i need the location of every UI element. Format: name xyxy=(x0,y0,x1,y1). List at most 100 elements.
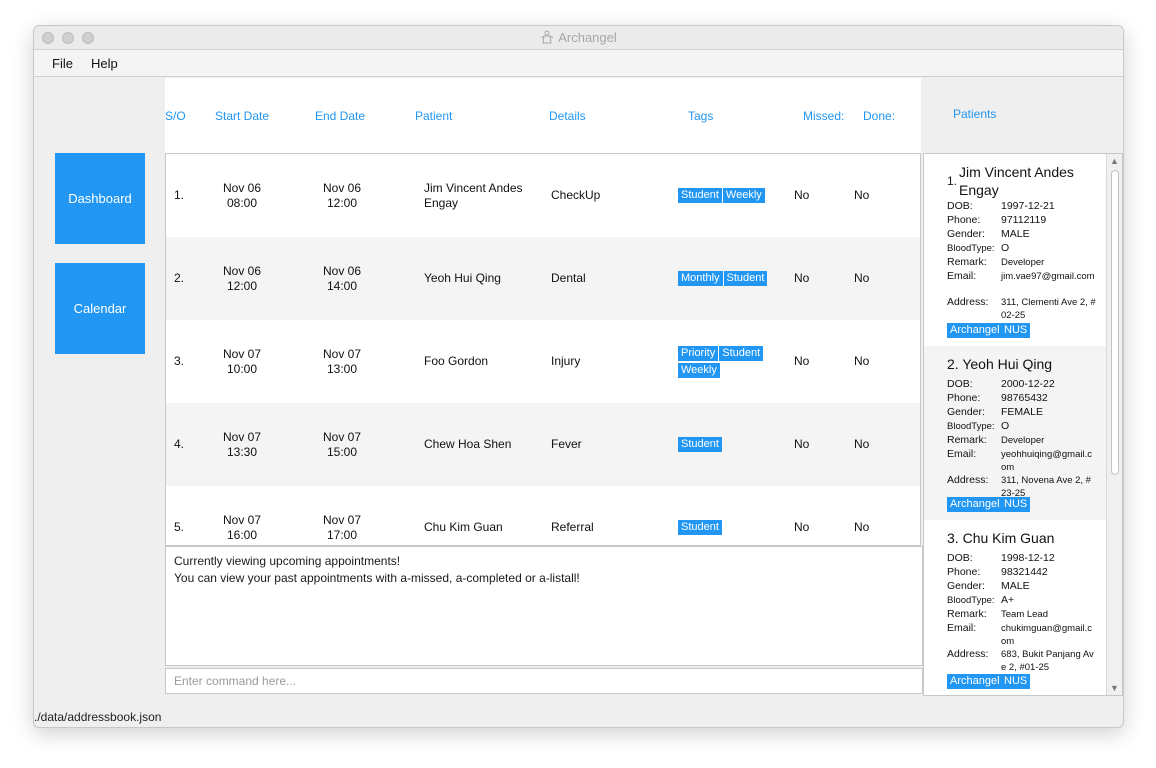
tag: Student xyxy=(678,437,722,452)
start-date: Nov 06 12:00 xyxy=(222,264,262,293)
bloodtype-value: O xyxy=(1001,242,1010,254)
appointment-row[interactable]: 5. Nov 07 16:00 Nov 07 17:00 Chu Kim Guan … xyxy=(166,486,920,545)
remark-value: Developer xyxy=(1001,257,1045,268)
address-label: Address: xyxy=(947,474,989,486)
patients-header-label: Patients xyxy=(953,107,997,121)
tag: Student xyxy=(719,346,764,361)
scroll-up-icon[interactable]: ▲ xyxy=(1110,156,1119,166)
missed-status: No xyxy=(794,271,810,285)
patient-card[interactable]: 3. Chu Kim Guan DOB: 1998-12-12 Phone: 9… xyxy=(924,520,1106,695)
gender-label: Gender: xyxy=(947,406,985,418)
window-title: Archangel xyxy=(34,30,1123,45)
address-label: Address: xyxy=(947,296,989,308)
calendar-button[interactable]: Calendar xyxy=(55,263,145,354)
end-date: Nov 06 12:00 xyxy=(322,181,362,210)
appointment-row[interactable]: 4. Nov 07 13:30 Nov 07 15:00 Chew Hoa Shen… xyxy=(166,403,920,486)
phone-label: Phone: xyxy=(947,392,981,404)
gender-value: MALE xyxy=(1001,580,1030,592)
scroll-down-icon[interactable]: ▼ xyxy=(1110,683,1119,693)
title-bar: Archangel xyxy=(34,26,1123,50)
gender-value: FEMALE xyxy=(1001,406,1044,418)
missed-status: No xyxy=(794,520,810,534)
address-value: 683, Bukit Panjang Ave 2, #01-25 xyxy=(1001,649,1094,673)
remark-label: Remark: xyxy=(947,434,987,446)
patient-name: Foo Gordon xyxy=(424,354,489,368)
dob-label: DOB: xyxy=(947,552,973,564)
done-status: No xyxy=(854,271,870,285)
remark-label: Remark: xyxy=(947,256,987,268)
bloodtype-label: BloodType: xyxy=(947,595,995,606)
patient-tag: Archangel xyxy=(947,323,1003,338)
address-label: Address: xyxy=(947,648,989,660)
header-missed: Missed: xyxy=(803,109,845,123)
scrollbar-thumb[interactable] xyxy=(1111,170,1119,475)
missed-status: No xyxy=(794,354,810,368)
tag-list: Monthly Student xyxy=(678,271,768,286)
tag: Student xyxy=(678,188,722,203)
patient-tag: Archangel xyxy=(947,674,1003,689)
appointment-row[interactable]: 1. Nov 06 08:00 Nov 06 12:00 Jim Vincent A… xyxy=(166,154,920,237)
result-display: Currently viewing upcoming appointments!… xyxy=(165,546,923,666)
start-date: Nov 07 13:30 xyxy=(222,430,262,459)
done-status: No xyxy=(854,188,870,202)
gender-label: Gender: xyxy=(947,580,985,592)
dob-value: 2000-12-22 xyxy=(1001,378,1055,390)
bloodtype-label: BloodType: xyxy=(947,243,995,254)
patient-list[interactable]: 1. Jim Vincent Andes Engay DOB: 1997-12-… xyxy=(923,153,1123,696)
row-number: 5. xyxy=(174,520,185,534)
result-line: You can view your past appointments with… xyxy=(174,571,580,585)
patient-tag: NUS xyxy=(1001,497,1031,512)
dob-label: DOB: xyxy=(947,200,973,212)
phone-value: 97112119 xyxy=(1001,214,1047,226)
appointment-row[interactable]: 2. Nov 06 12:00 Nov 06 14:00 Yeoh Hui Qing… xyxy=(166,237,920,320)
start-date: Nov 07 16:00 xyxy=(222,513,262,542)
patient-list-scrollbar[interactable]: ▲ ▼ xyxy=(1106,154,1122,695)
row-number: 2. xyxy=(174,271,185,285)
header-tags: Tags xyxy=(688,109,714,123)
email-label: Email: xyxy=(947,622,977,634)
phone-value: 98765432 xyxy=(1001,392,1048,404)
patient-name: Jim Vincent Andes Engay xyxy=(959,164,1074,198)
dob-value: 1997-12-21 xyxy=(1001,200,1055,212)
appointment-details: CheckUp xyxy=(551,188,601,202)
patient-card[interactable]: 2. Yeoh Hui Qing DOB: 2000-12-22 Phone: … xyxy=(924,346,1106,520)
tag-list: Priority Student Weekly xyxy=(678,346,768,378)
patient-tag: NUS xyxy=(1001,674,1031,689)
appointment-details: Dental xyxy=(551,271,586,285)
appointment-row[interactable]: 3. Nov 07 10:00 Nov 07 13:00 Foo Gordon In… xyxy=(166,320,920,403)
menu-file[interactable]: File xyxy=(52,56,73,71)
app-window: Archangel File Help Dashboard Calendar S… xyxy=(33,25,1124,728)
tag-list: Student Weekly xyxy=(678,188,768,203)
patient-card[interactable]: 1. Jim Vincent Andes Engay DOB: 1997-12-… xyxy=(924,154,1106,346)
patients-header: Patients xyxy=(923,78,1123,153)
gender-label: Gender: xyxy=(947,228,985,240)
phone-value: 98321442 xyxy=(1001,566,1048,578)
missed-status: No xyxy=(794,188,810,202)
end-date: Nov 07 15:00 xyxy=(322,430,362,459)
row-number: 3. xyxy=(174,354,185,368)
end-date: Nov 07 17:00 xyxy=(322,513,362,542)
header-start-date: Start Date xyxy=(215,109,270,123)
result-line: Currently viewing upcoming appointments! xyxy=(174,554,401,568)
header-done: Done: xyxy=(863,109,896,123)
tag: Student xyxy=(678,520,722,535)
command-input[interactable]: Enter command here... xyxy=(165,668,923,694)
bloodtype-value: O xyxy=(1001,420,1010,432)
remark-value: Team Lead xyxy=(1001,609,1049,620)
bloodtype-label: BloodType: xyxy=(947,421,995,432)
address-value: 311, Clementi Ave 2, #02-25 xyxy=(1001,297,1096,321)
dashboard-button[interactable]: Dashboard xyxy=(55,153,145,244)
tag: Monthly xyxy=(678,271,723,286)
phone-label: Phone: xyxy=(947,566,981,578)
appointment-details: Referral xyxy=(551,520,594,534)
patient-name: Yeoh Hui Qing xyxy=(424,271,501,285)
header-so: S/O xyxy=(165,109,186,123)
dob-value: 1998-12-12 xyxy=(1001,552,1055,564)
email-value: yeohhuiqing@gmail.com xyxy=(1001,449,1092,473)
menu-help[interactable]: Help xyxy=(91,56,118,71)
patient-name: Jim Vincent Andes Engay xyxy=(424,181,523,210)
appointment-list[interactable]: 1. Nov 06 08:00 Nov 06 12:00 Jim Vincent A… xyxy=(165,153,921,546)
email-value: jim.vae97@gmail.com xyxy=(1001,271,1095,282)
patient-number: 1. xyxy=(947,174,958,188)
missed-status: No xyxy=(794,437,810,451)
